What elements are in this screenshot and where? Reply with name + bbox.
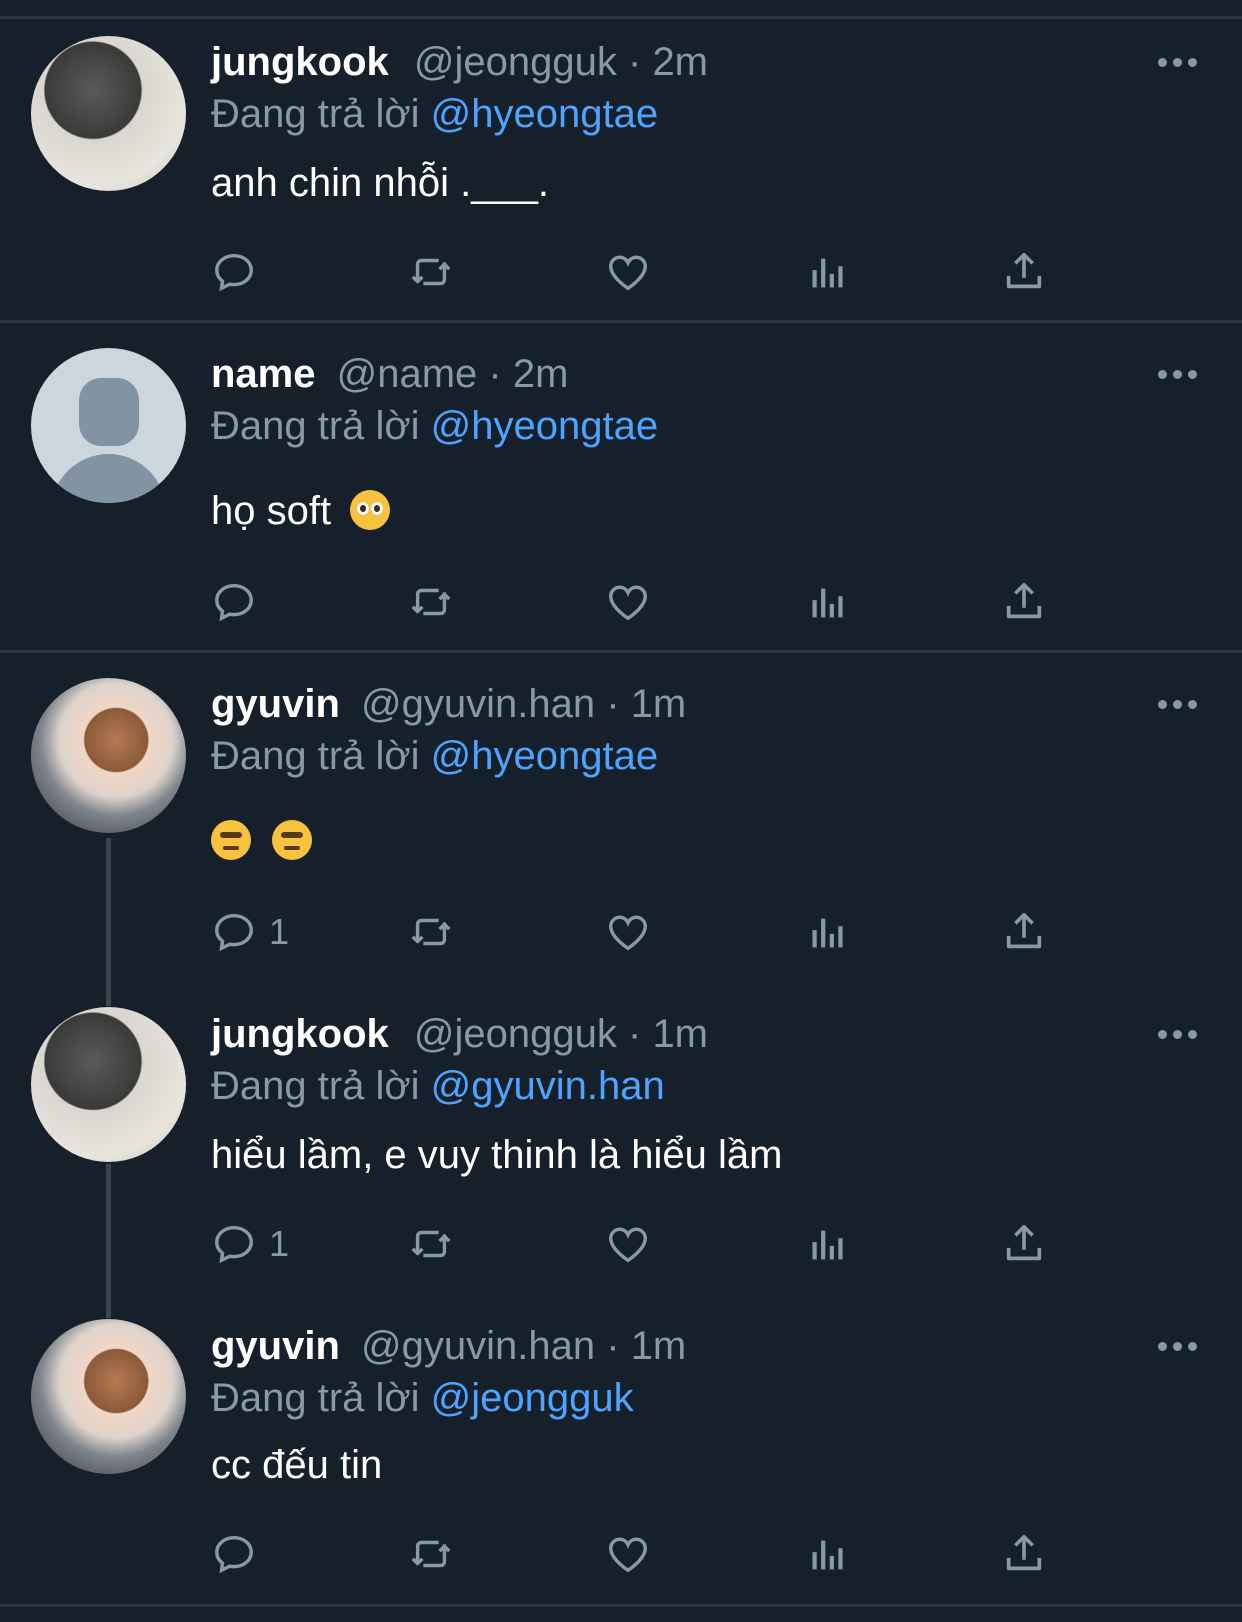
- avatar[interactable]: [31, 36, 186, 191]
- like-icon[interactable]: [605, 1530, 651, 1578]
- retweet-icon[interactable]: [408, 248, 454, 296]
- tweet[interactable]: jungkook @jeongguk · 1m Đang trả lời @gy…: [0, 982, 1242, 1294]
- tweet-header: gyuvin @gyuvin.han · 1m: [211, 680, 686, 728]
- share-icon[interactable]: [1001, 248, 1047, 296]
- like-icon[interactable]: [605, 578, 651, 626]
- mention-link[interactable]: @hyeongtae: [431, 92, 658, 136]
- like-icon[interactable]: [605, 1220, 651, 1268]
- mention-link[interactable]: @jeongguk: [431, 1376, 634, 1420]
- retweet-icon[interactable]: [408, 578, 454, 626]
- retweet-icon[interactable]: [408, 1220, 454, 1268]
- separator: ·: [606, 682, 631, 726]
- avatar[interactable]: [31, 1007, 186, 1162]
- reply-prefix: Đang trả lời: [211, 404, 420, 448]
- replying-to: Đang trả lời @gyuvin.han: [211, 1062, 665, 1110]
- handle[interactable]: @jeongguk: [414, 40, 617, 84]
- tweet-text: anh chin nhỗi .___.: [211, 161, 550, 205]
- share-icon[interactable]: [1001, 1220, 1047, 1268]
- display-name[interactable]: gyuvin: [211, 1324, 340, 1368]
- action-bar: [211, 1530, 1111, 1578]
- action-bar: [211, 578, 1111, 626]
- tweet-header: name @name · 2m: [211, 350, 568, 398]
- mention-link[interactable]: @hyeongtae: [431, 734, 658, 778]
- reply-prefix: Đang trả lời: [211, 92, 420, 136]
- tweet-text: hiểu lầm, e vuy thinh là hiểu lầm: [211, 1133, 783, 1177]
- reply-count: 1: [269, 911, 290, 952]
- more-icon[interactable]: [1158, 370, 1198, 382]
- tweet-header: jungkook @jeongguk · 2m: [211, 38, 708, 86]
- divider: [0, 1604, 1242, 1607]
- replying-to: Đang trả lời @hyeongtae: [211, 402, 658, 450]
- like-icon[interactable]: [605, 248, 651, 296]
- more-icon[interactable]: [1158, 1030, 1198, 1042]
- reply-icon[interactable]: [211, 1530, 269, 1578]
- reply-prefix: Đang trả lời: [211, 1376, 420, 1420]
- reply-prefix: Đang trả lời: [211, 734, 420, 778]
- tweet[interactable]: name @name · 2m Đang trả lời @hyeongtae …: [0, 322, 1242, 652]
- avatar[interactable]: [31, 678, 186, 833]
- replying-to: Đang trả lời @hyeongtae: [211, 732, 658, 780]
- mention-link[interactable]: @hyeongtae: [431, 404, 658, 448]
- retweet-icon[interactable]: [408, 1530, 454, 1578]
- replying-to: Đang trả lời @jeongguk: [211, 1374, 634, 1422]
- action-bar: 1: [211, 1220, 1111, 1268]
- handle[interactable]: @gyuvin.han: [361, 682, 595, 726]
- like-icon[interactable]: [605, 908, 651, 956]
- display-name[interactable]: gyuvin: [211, 682, 340, 726]
- replying-to: Đang trả lời @hyeongtae: [211, 90, 658, 138]
- reply-icon[interactable]: [211, 578, 269, 626]
- display-name[interactable]: name: [211, 352, 316, 396]
- views-icon[interactable]: [805, 248, 851, 296]
- share-icon[interactable]: [1001, 908, 1047, 956]
- timestamp[interactable]: 1m: [652, 1012, 708, 1056]
- timestamp[interactable]: 2m: [513, 352, 569, 396]
- display-name[interactable]: jungkook: [211, 40, 389, 84]
- reply-prefix: Đang trả lời: [211, 1064, 420, 1108]
- reply-icon[interactable]: [211, 248, 269, 296]
- separator: ·: [628, 1012, 653, 1056]
- more-icon[interactable]: [1158, 1342, 1198, 1354]
- tweet-header: gyuvin @gyuvin.han · 1m: [211, 1322, 686, 1370]
- views-icon[interactable]: [805, 578, 851, 626]
- more-icon[interactable]: [1158, 58, 1198, 70]
- timestamp[interactable]: 2m: [652, 40, 708, 84]
- reply-icon[interactable]: 1: [211, 908, 289, 956]
- separator: ·: [488, 352, 513, 396]
- avatar[interactable]: [31, 1319, 186, 1474]
- views-icon[interactable]: [805, 1220, 851, 1268]
- tweet-text: họ soft: [211, 486, 391, 536]
- tweet-text: cc đếu tin: [211, 1443, 383, 1487]
- separator: ·: [628, 40, 653, 84]
- tweet[interactable]: jungkook @jeongguk · 2m Đang trả lời @hy…: [0, 0, 1242, 322]
- raised-eyebrow-face-icon: [211, 820, 251, 860]
- views-icon[interactable]: [805, 908, 851, 956]
- handle[interactable]: @name: [337, 352, 478, 396]
- tweet[interactable]: gyuvin @gyuvin.han · 1m Đang trả lời @je…: [0, 1294, 1242, 1604]
- timestamp[interactable]: 1m: [631, 1324, 687, 1368]
- tweet[interactable]: gyuvin @gyuvin.han · 1m Đang trả lời @hy…: [0, 652, 1242, 982]
- reply-icon[interactable]: 1: [211, 1220, 289, 1268]
- raised-eyebrow-face-icon: [272, 820, 313, 860]
- share-icon[interactable]: [1001, 1530, 1047, 1578]
- tweet-header: jungkook @jeongguk · 1m: [211, 1010, 708, 1058]
- default-avatar[interactable]: [31, 348, 186, 503]
- mention-link[interactable]: @gyuvin.han: [431, 1064, 665, 1108]
- timestamp[interactable]: 1m: [631, 682, 687, 726]
- retweet-icon[interactable]: [408, 908, 454, 956]
- handle[interactable]: @gyuvin.han: [361, 1324, 595, 1368]
- tweet-text: [211, 816, 313, 866]
- display-name[interactable]: jungkook: [211, 1012, 389, 1056]
- action-bar: [211, 248, 1111, 296]
- views-icon[interactable]: [805, 1530, 851, 1578]
- reply-count: 1: [269, 1223, 290, 1264]
- handle[interactable]: @jeongguk: [414, 1012, 617, 1056]
- action-bar: 1: [211, 908, 1111, 956]
- separator: ·: [606, 1324, 631, 1368]
- pleading-face-icon: [350, 490, 391, 530]
- share-icon[interactable]: [1001, 578, 1047, 626]
- tweet-text-content: họ soft: [211, 489, 332, 533]
- more-icon[interactable]: [1158, 700, 1198, 712]
